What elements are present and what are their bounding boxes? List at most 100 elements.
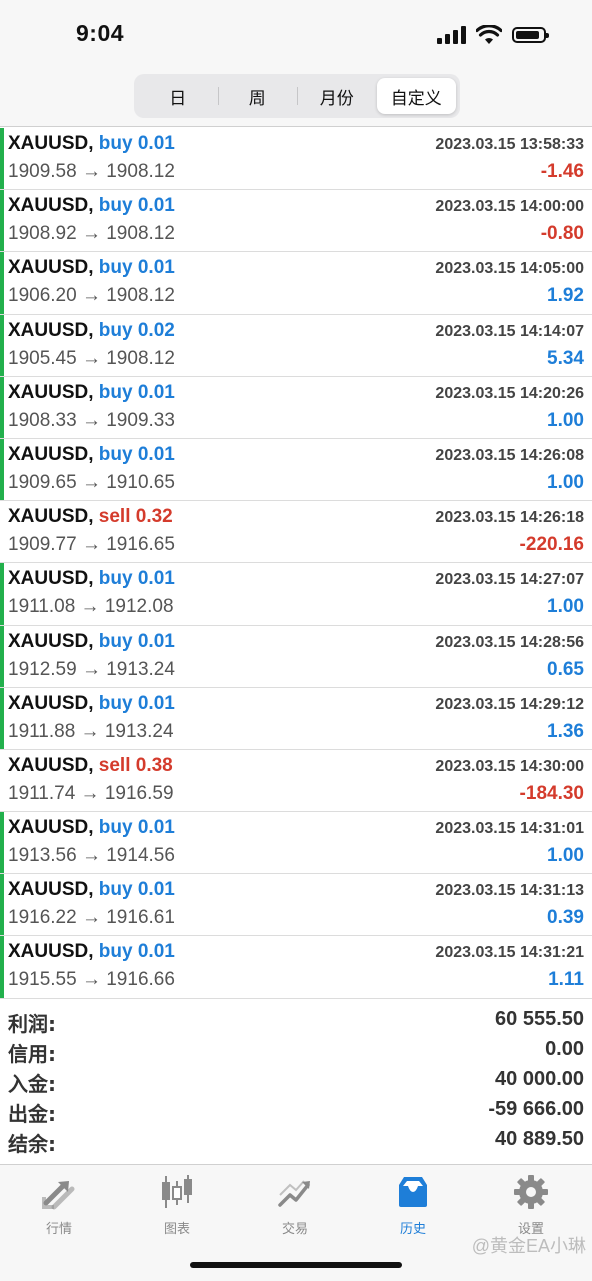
trade-datetime: 2023.03.15 14:31:13 xyxy=(435,882,584,900)
trade-datetime: 2023.03.15 14:31:01 xyxy=(435,820,584,838)
trade-profit: -220.16 xyxy=(519,534,584,556)
summary-row: 利润: 60 555.50 xyxy=(0,1006,592,1036)
trade-row[interactable]: XAUUSD, buy 0.01 2023.03.15 14:26:08 1909.… xyxy=(0,438,592,502)
period-tab-week[interactable]: 周 xyxy=(217,78,298,114)
trade-type-lots: sell 0.32 xyxy=(98,506,173,528)
trade-prices: 1913.56 → 1914.56 xyxy=(8,845,175,867)
trade-row[interactable]: XAUUSD, buy 0.01 2023.03.15 14:20:26 1908.… xyxy=(0,376,592,439)
battery-icon xyxy=(512,27,549,43)
history-inbox-icon xyxy=(399,1177,427,1207)
status-bar: 9:04 xyxy=(0,0,592,68)
trade-row[interactable]: XAUUSD, buy 0.01 2023.03.15 14:31:01 1913.… xyxy=(0,812,592,875)
trade-row[interactable]: XAUUSD, buy 0.01 2023.03.15 14:05:00 1906.… xyxy=(0,252,592,315)
trade-type-lots: buy 0.01 xyxy=(98,941,175,963)
trade-symbol: XAUUSD, xyxy=(8,506,94,528)
trade-datetime: 2023.03.15 14:28:56 xyxy=(435,633,584,651)
trade-row[interactable]: XAUUSD, buy 0.01 2023.03.15 14:27:07 1911.… xyxy=(0,563,592,626)
trade-symbol: XAUUSD, xyxy=(8,817,94,839)
trade-side-indicator xyxy=(0,874,4,936)
trade-side-indicator xyxy=(0,501,4,562)
trade-header: XAUUSD, buy 0.01 xyxy=(8,444,175,466)
trade-profit: -0.80 xyxy=(540,223,584,245)
trade-type-lots: buy 0.01 xyxy=(98,443,175,465)
summary-row: 出金: -59 666.00 xyxy=(0,1096,592,1126)
tab-trade[interactable]: 交易 xyxy=(236,1173,354,1239)
trade-symbol: XAUUSD, xyxy=(8,195,94,217)
trade-side-indicator xyxy=(0,625,4,687)
trade-row[interactable]: XAUUSD, sell 0.38 2023.03.15 14:30:00 1911… xyxy=(0,750,592,813)
status-time: 9:04 xyxy=(76,20,125,46)
period-segmented-control: 日 周 月份 自定义 xyxy=(134,74,460,118)
trade-prices: 1915.55 → 1916.66 xyxy=(8,969,175,991)
trade-profit: 1.36 xyxy=(547,720,584,742)
trade-symbol: XAUUSD, xyxy=(8,568,94,590)
trade-prices: 1911.08 → 1912.08 xyxy=(8,596,174,618)
tab-charts-label: 图表 xyxy=(163,1222,190,1237)
settings-gear-icon xyxy=(514,1175,548,1209)
trade-prices: 1911.88 → 1913.24 xyxy=(8,720,174,742)
summary-value: 40 889.50 xyxy=(495,1128,584,1150)
trade-datetime: 2023.03.15 14:05:00 xyxy=(435,260,584,278)
trade-prices: 1906.20 → 1908.12 xyxy=(8,285,175,307)
trade-header: XAUUSD, buy 0.01 xyxy=(8,631,175,653)
summary-label: 结余: xyxy=(8,1132,56,1156)
trade-prices: 1908.92 → 1908.12 xyxy=(8,223,175,245)
trade-row[interactable]: XAUUSD, buy 0.01 2023.03.15 13:58:33 1909.… xyxy=(0,128,592,191)
trade-type-lots: buy 0.01 xyxy=(98,817,175,839)
trade-header: XAUUSD, buy 0.01 xyxy=(8,568,175,590)
trade-type-lots: buy 0.01 xyxy=(98,381,175,403)
trade-header: XAUUSD, sell 0.32 xyxy=(8,506,173,528)
trade-header: XAUUSD, buy 0.01 xyxy=(8,879,175,901)
trade-profit: -184.30 xyxy=(519,782,584,804)
period-tab-day[interactable]: 日 xyxy=(138,78,218,114)
summary-label: 利润: xyxy=(8,1012,56,1036)
trade-profit: 1.00 xyxy=(547,471,584,493)
summary-value: 0.00 xyxy=(545,1038,584,1060)
trade-header: XAUUSD, buy 0.01 xyxy=(8,133,175,155)
tab-quotes[interactable]: 行情 xyxy=(0,1173,118,1239)
trade-header: XAUUSD, buy 0.01 xyxy=(8,195,175,217)
trade-symbol: XAUUSD, xyxy=(8,319,94,341)
trade-prices: 1912.59 → 1913.24 xyxy=(8,658,175,680)
account-summary: 利润: 60 555.50 信用: 0.00 入金: 40 000.00 出金: -59 66… xyxy=(0,1006,592,1156)
trade-row[interactable]: XAUUSD, buy 0.01 2023.03.15 14:31:21 1915.… xyxy=(0,936,592,999)
trade-profit: 5.34 xyxy=(547,347,584,369)
trade-header: XAUUSD, buy 0.02 xyxy=(8,320,175,342)
trade-type-lots: buy 0.01 xyxy=(98,692,175,714)
tab-history[interactable]: 历史 xyxy=(354,1173,472,1239)
trade-type-lots: sell 0.38 xyxy=(98,754,173,776)
trade-type-lots: buy 0.01 xyxy=(98,630,175,652)
trade-datetime: 2023.03.15 13:58:33 xyxy=(435,136,584,153)
trade-datetime: 2023.03.15 14:27:07 xyxy=(435,571,584,589)
trade-prices: 1909.77 → 1916.65 xyxy=(8,534,175,556)
trade-header: XAUUSD, buy 0.01 xyxy=(8,382,175,404)
summary-row: 信用: 0.00 xyxy=(0,1036,592,1066)
trade-symbol: XAUUSD, xyxy=(8,941,94,963)
cellular-signal-icon xyxy=(437,26,466,44)
trade-type-lots: buy 0.01 xyxy=(98,257,175,279)
trade-row[interactable]: XAUUSD, buy 0.01 2023.03.15 14:00:00 1908.… xyxy=(0,190,592,253)
status-icons xyxy=(437,24,549,46)
tab-history-label: 历史 xyxy=(399,1222,426,1237)
trade-profit: -1.46 xyxy=(540,161,584,182)
trade-row[interactable]: XAUUSD, buy 0.01 2023.03.15 14:28:56 1912.… xyxy=(0,625,592,688)
period-tab-month[interactable]: 月份 xyxy=(297,78,377,114)
trade-profit: 1.00 xyxy=(547,845,584,867)
home-indicator xyxy=(190,1262,402,1268)
trade-side-indicator xyxy=(0,376,4,438)
trade-prices: 1908.33 → 1909.33 xyxy=(8,409,175,431)
period-tab-custom[interactable]: 自定义 xyxy=(376,78,456,114)
trade-row[interactable]: XAUUSD, buy 0.01 2023.03.15 14:29:12 1911.… xyxy=(0,687,592,750)
summary-label: 入金: xyxy=(8,1072,56,1096)
trade-row[interactable]: XAUUSD, sell 0.32 2023.03.15 14:26:18 1909… xyxy=(0,501,592,564)
summary-value: -59 666.00 xyxy=(488,1098,584,1120)
trade-prices: 1909.65 → 1910.65 xyxy=(8,471,175,493)
trade-type-lots: buy 0.01 xyxy=(98,568,175,590)
trade-row[interactable]: XAUUSD, buy 0.02 2023.03.15 14:14:07 1905.… xyxy=(0,314,592,377)
trade-symbol: XAUUSD, xyxy=(8,879,94,901)
trade-row[interactable]: XAUUSD, buy 0.01 2023.03.15 14:31:13 1916.… xyxy=(0,874,592,937)
tab-charts[interactable]: 图表 xyxy=(118,1173,236,1239)
tab-settings[interactable]: 设置 xyxy=(472,1173,590,1239)
trade-type-lots: buy 0.02 xyxy=(98,319,175,341)
trade-history-list: XAUUSD, buy 0.01 2023.03.15 13:58:33 1909.… xyxy=(0,128,592,999)
